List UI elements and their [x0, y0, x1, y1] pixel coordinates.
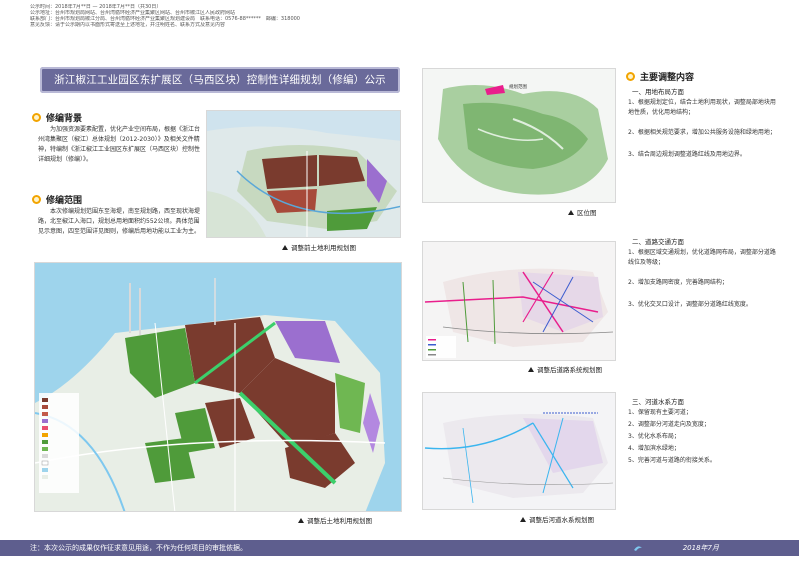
- caption-text: 调整后土地利用规划图: [307, 517, 372, 525]
- bottom-strip: [0, 556, 799, 565]
- list-item: 1、根据规划定位，结合土地利用现状，调整局部地块用地性质，优化用地结构；: [628, 99, 776, 116]
- bullet-icon: [32, 113, 41, 122]
- footer-bar: 注：本次公示的成果仅作征求意见用途，不作为任何项目的审批依据。 2018年7月: [0, 540, 799, 556]
- before-land-use-map: [206, 110, 401, 238]
- list-item: 2、根据相关规范要求，增加公共服务设施和绿地用地；: [628, 129, 776, 136]
- caption-before-land: 调整前土地利用规划图: [282, 242, 356, 252]
- section-heading-label: 修编背景: [46, 114, 83, 124]
- scope-paragraph: 本次修编规划范围东至海堤，南至规划路，西至现状海堤路，北至椒江入海口，规划总用地…: [38, 208, 201, 235]
- list-item: 1、保留现有主要河道；: [628, 409, 692, 416]
- caption-after-land: 调整后土地利用规划图: [298, 515, 372, 525]
- list-item: 3、结合周边规划调整道路红线及用地边界。: [628, 151, 746, 158]
- after-land-use-graphic: [35, 263, 401, 511]
- section-heading-background: 修编背景: [32, 111, 82, 124]
- list-item: 2、增加支路网密度，完善路网结构；: [628, 279, 728, 286]
- location-label: 规划范围: [509, 85, 527, 90]
- caption-text: 调整后道路系统规划图: [537, 366, 602, 374]
- bullet-icon: [32, 195, 41, 204]
- header-info: 公示时间：2018年7月**日 — 2018年7月**日（共30日） 公示地址：…: [30, 4, 730, 28]
- page-title: 浙江椒江工业园区东扩展区（马西区块）控制性详细规划（修编）公示: [40, 67, 400, 93]
- list-item: 4、增加滨水绿地；: [628, 445, 680, 452]
- group-title-land: 一、用地布局方面: [632, 88, 684, 96]
- section-heading-label: 主要调整内容: [640, 73, 695, 83]
- caption-road-system: 调整后道路系统规划图: [528, 364, 602, 374]
- caption-triangle-icon: [298, 517, 304, 523]
- list-item: 1、根据区域交通规划，优化道路网布局，调整部分道路线位及等级；: [628, 249, 776, 266]
- list-item: 3、优化交叉口设计，调整部分道路红线宽度。: [628, 301, 752, 308]
- caption-text: 区位图: [577, 209, 597, 217]
- footer-date: 2018年7月: [682, 544, 719, 552]
- section-heading-scope: 修编范围: [32, 193, 82, 206]
- list-item: 3、优化水系布局；: [628, 433, 680, 440]
- water-system-graphic: [423, 393, 615, 509]
- caption-triangle-icon: [528, 366, 534, 372]
- water-system-map: [422, 392, 616, 510]
- road-system-map: [422, 241, 616, 361]
- list-item: 5、完善河道与道路的衔接关系。: [628, 457, 716, 464]
- caption-triangle-icon: [282, 244, 288, 250]
- group-title-water: 三、河道水系方面: [632, 398, 684, 406]
- background-paragraph: 为加强资源要素配置，优化产业空间布局，根据《浙江台州湾集聚区（椒江）总体规划（2…: [38, 126, 201, 163]
- group-title-road: 二、道路交通方面: [632, 238, 684, 246]
- footer-note: 注：本次公示的成果仅作征求意见用途，不作为任何项目的审批依据。: [30, 544, 247, 552]
- list-item: 2、调整部分河道走向及宽度；: [628, 421, 710, 428]
- location-map: 规划范围: [422, 68, 616, 203]
- caption-text: 调整后河道水系规划图: [529, 516, 594, 524]
- bullet-icon: [626, 72, 635, 81]
- caption-text: 调整前土地利用规划图: [291, 244, 356, 252]
- road-system-graphic: [423, 242, 615, 360]
- after-land-use-map: [34, 262, 402, 512]
- caption-triangle-icon: [520, 516, 526, 522]
- logo-icon: [633, 543, 669, 553]
- caption-water-system: 调整后河道水系规划图: [520, 514, 594, 524]
- caption-triangle-icon: [568, 209, 574, 215]
- caption-location: 区位图: [568, 207, 597, 217]
- section-heading-adjustments: 主要调整内容: [626, 70, 694, 83]
- header-line: 意见反馈：请于公示期内以书面形式寄送至上述地址，并注明姓名、联系方式及意见内容: [30, 22, 226, 28]
- section-heading-label: 修编范围: [46, 196, 83, 206]
- before-land-use-graphic: [207, 111, 400, 237]
